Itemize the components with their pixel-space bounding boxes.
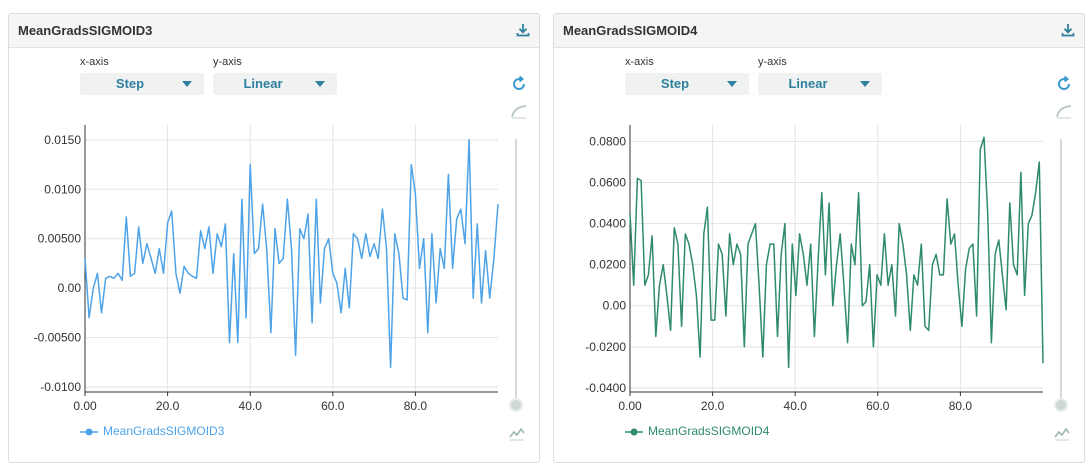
series-line[interactable] <box>629 136 1044 369</box>
y-tick-label: 0.0150 <box>44 133 81 147</box>
x-tick-label: 20.0 <box>701 399 725 413</box>
x-tick-label: 0.00 <box>73 399 97 413</box>
y-tick-label: 0.0100 <box>44 182 81 196</box>
legend-marker <box>625 428 643 436</box>
y-tick-label: 0.00 <box>58 281 82 295</box>
y-tick-label: 0.0600 <box>589 176 626 190</box>
legend-marker <box>80 428 98 436</box>
legend-label: MeanGradsSIGMOID4 <box>648 424 770 438</box>
y-tick-label: 0.0200 <box>589 258 626 272</box>
y-tick-label: 0.0400 <box>589 217 626 231</box>
series-line[interactable] <box>84 139 499 369</box>
legend-label: MeanGradsSIGMOID3 <box>103 424 225 438</box>
y-tick-label: -0.0400 <box>585 381 626 395</box>
chart-card-sigmoid3: MeanGradsSIGMOID3 x-axis Step y-axis Lin… <box>8 13 540 463</box>
line-chart: -0.0100 -0.00500 0.00 0.00500 0.0100 0.0150 0.… <box>34 125 499 413</box>
line-chart: -0.0400 -0.0200 0.00 0.0200 0.0400 0.0600 0.08… <box>585 125 1044 413</box>
y-tick-label: 0.00 <box>603 299 627 313</box>
y-tick-label: 0.00500 <box>38 232 82 246</box>
x-tick-label: 80.0 <box>949 399 973 413</box>
x-tick-label: 40.0 <box>784 399 808 413</box>
x-tick-label: 80.0 <box>404 399 428 413</box>
x-tick-label: 60.0 <box>866 399 890 413</box>
x-tick-label: 0.00 <box>618 399 642 413</box>
y-tick-label: 0.0800 <box>589 134 626 148</box>
chart-card-sigmoid4: MeanGradsSIGMOID4 x-axis Step y-axis Lin… <box>553 13 1085 463</box>
x-tick-label: 40.0 <box>239 399 263 413</box>
y-tick-label: -0.0200 <box>585 340 626 354</box>
x-tick-label: 60.0 <box>321 399 345 413</box>
y-tick-label: -0.00500 <box>34 331 82 345</box>
x-tick-label: 20.0 <box>156 399 180 413</box>
y-tick-label: -0.0100 <box>40 380 81 394</box>
